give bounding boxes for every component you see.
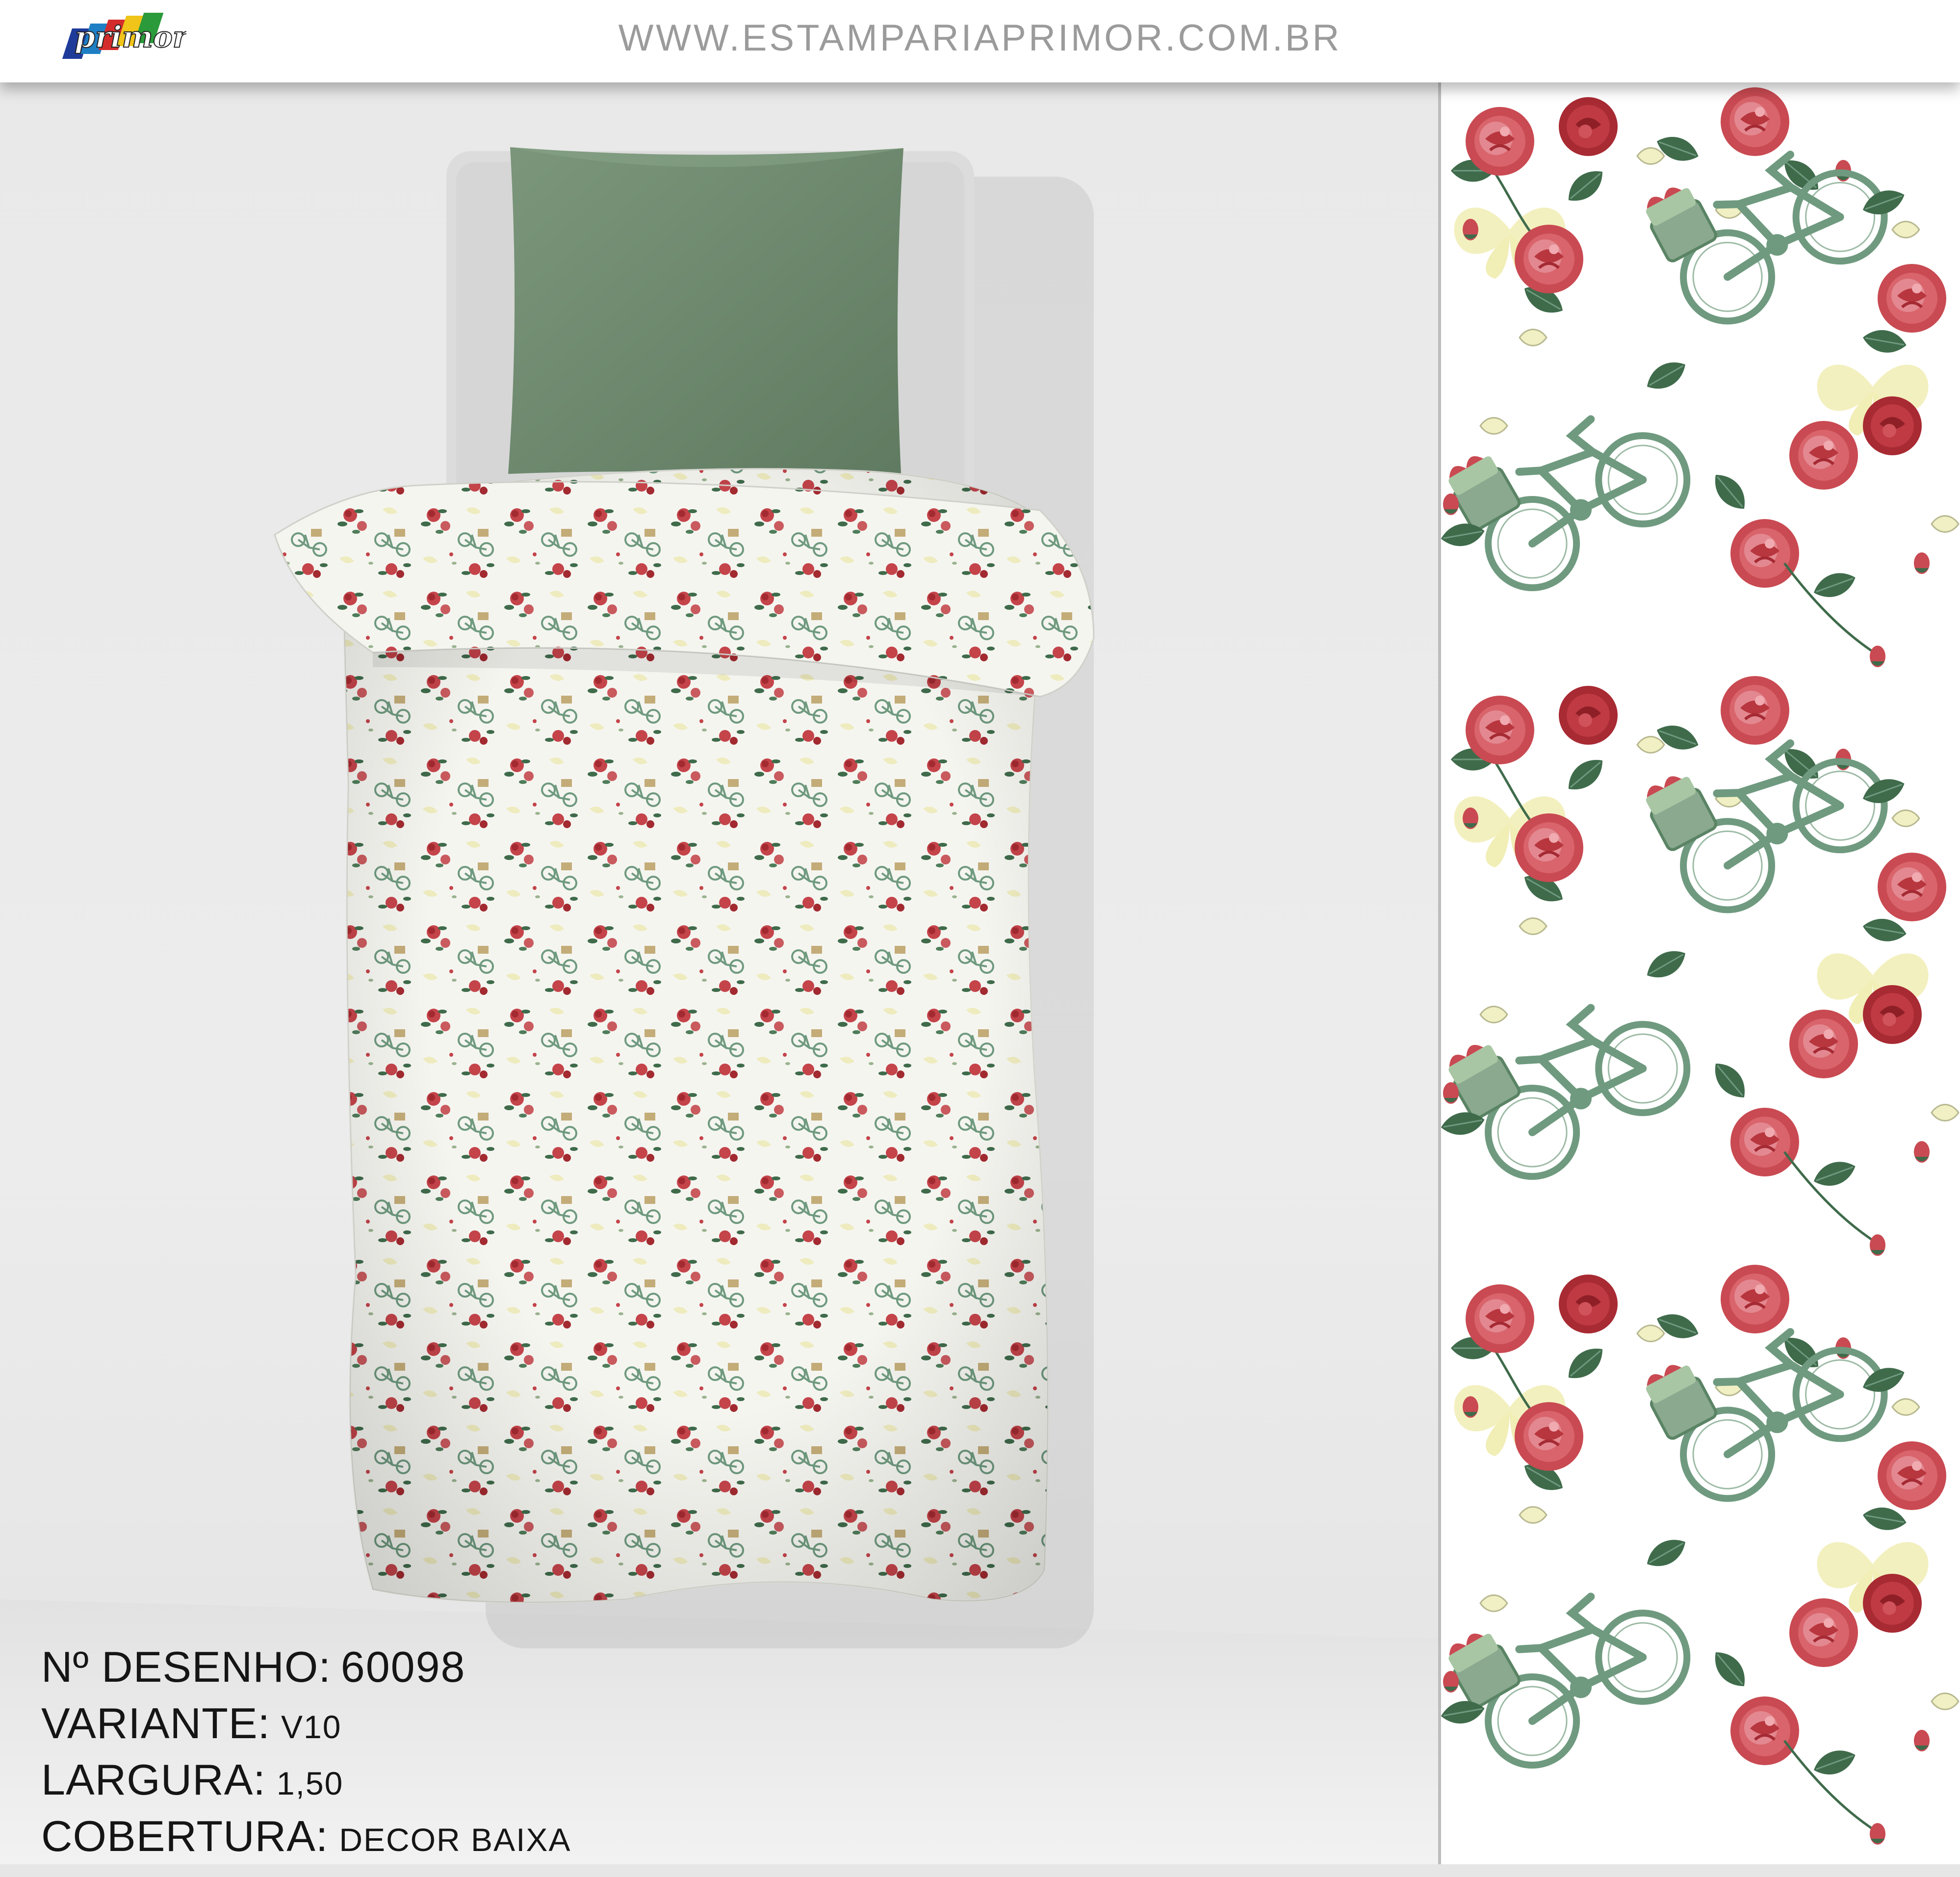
panel-divider: [1438, 82, 1441, 1864]
website-url[interactable]: WWW.ESTAMPARIAPRIMOR.COM.BR: [0, 17, 1960, 59]
bed-illustration: [0, 147, 1438, 1864]
header-bar: primor WWW.ESTAMPARIAPRIMOR.COM.BR: [0, 0, 1960, 82]
spec-variant: VARIANTE: V10: [41, 1695, 571, 1751]
spec-width: LARGURA: 1,50: [41, 1751, 571, 1808]
spec-label: COBERTURA:: [41, 1812, 329, 1860]
spec-label: Nº DESENHO:: [41, 1642, 331, 1691]
spec-value: V10: [281, 1709, 342, 1745]
spec-value: 60098: [340, 1642, 466, 1691]
spec-value: DECOR BAIXA: [339, 1822, 571, 1858]
pattern-swatch[interactable]: [1441, 82, 1960, 1864]
spec-design-number: Nº DESENHO: 60098: [41, 1639, 571, 1695]
rose-bicycle-pattern-icon: [1441, 82, 1960, 1864]
spec-value: 1,50: [276, 1765, 344, 1801]
pillow[interactable]: [508, 147, 903, 484]
design-specs: Nº DESENHO: 60098 VARIANTE: V10 LARGURA: 1,…: [41, 1639, 571, 1864]
spec-label: LARGURA:: [41, 1755, 266, 1804]
spec-label: VARIANTE:: [41, 1699, 271, 1747]
spec-coverage: COBERTURA: DECOR BAIXA: [41, 1808, 571, 1864]
bed-mockup: [0, 82, 1438, 1864]
